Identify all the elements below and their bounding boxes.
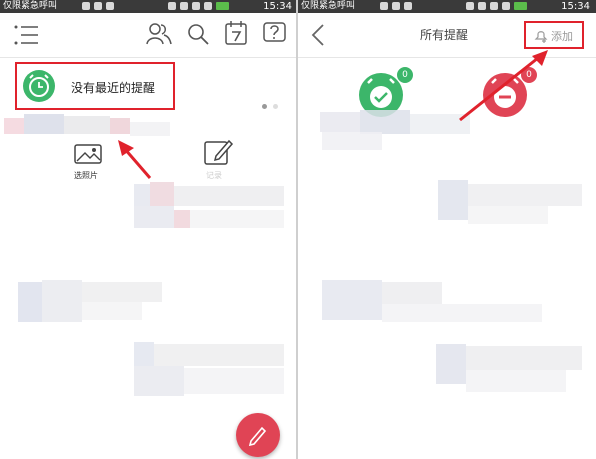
carrier-text: 仅限紧急呼叫: [3, 1, 58, 11]
blurred-block: [82, 282, 162, 302]
blurred-block: [320, 112, 360, 132]
blurred-block: [110, 118, 130, 134]
blurred-block: [42, 280, 82, 322]
reminder-empty-label: 没有最近的提醒: [71, 81, 156, 95]
inactive-reminders-icon[interactable]: 0: [482, 66, 538, 118]
photo-icon: [74, 144, 102, 164]
blurred-block: [134, 206, 174, 228]
battery-icon: [216, 2, 229, 10]
calendar-icon[interactable]: [224, 20, 248, 46]
blurred-block: [64, 116, 110, 134]
blurred-block: [150, 182, 174, 206]
clock-time: 15:34: [263, 1, 292, 12]
blurred-block: [130, 122, 170, 136]
blurred-block: [190, 210, 284, 228]
wifi-icon: [490, 2, 498, 10]
blurred-block: [468, 184, 582, 206]
blurred-block: [468, 206, 548, 224]
back-arrow-icon[interactable]: [310, 23, 326, 47]
blurred-block: [184, 368, 284, 394]
add-label: 添加: [551, 30, 573, 43]
notification-icon: [82, 2, 90, 10]
blurred-block: [322, 132, 382, 150]
battery-icon: [514, 2, 527, 10]
alarm-clock-icon: [23, 70, 55, 102]
menu-icon[interactable]: [14, 25, 40, 45]
blurred-block: [174, 186, 284, 206]
blurred-block: [382, 282, 442, 304]
blurred-block: [24, 114, 64, 134]
pager-dot: [273, 104, 278, 109]
blurred-block: [360, 110, 410, 134]
sim-icon: [502, 2, 510, 10]
blurred-block: [466, 370, 566, 392]
main-toolbar: [0, 13, 298, 58]
shortcut-note[interactable]: 记录: [196, 136, 240, 180]
compose-fab-button[interactable]: [236, 413, 280, 457]
blurred-block: [410, 114, 470, 134]
blurred-block: [134, 184, 150, 206]
blurred-block: [436, 344, 466, 384]
sim-icon: [204, 2, 212, 10]
shortcut-photos[interactable]: 选照片: [64, 140, 114, 182]
bluetooth-icon: [466, 2, 474, 10]
image-icon: [106, 2, 114, 10]
status-bar: 仅限紧急呼叫 15:34: [298, 0, 596, 13]
add-bell-icon: [534, 31, 548, 43]
wifi-icon: [192, 2, 200, 10]
edit-note-icon: [204, 139, 234, 165]
blurred-block: [82, 302, 142, 320]
blurred-block: [18, 282, 42, 322]
vibrate-icon: [478, 2, 486, 10]
status-icons: [380, 2, 527, 11]
blurred-block: [382, 304, 542, 322]
search-icon[interactable]: [186, 22, 210, 46]
blurred-block: [134, 342, 154, 366]
status-bar: 仅限紧急呼叫 15:34: [0, 0, 298, 13]
reminders-header: 所有提醒 添加: [298, 13, 596, 58]
image-icon: [404, 2, 412, 10]
blurred-block: [154, 344, 284, 366]
vibrate-icon: [180, 2, 188, 10]
blurred-block: [438, 180, 468, 220]
usb-icon: [94, 2, 102, 10]
shortcut-label: 选照片: [74, 171, 98, 180]
blurred-block: [466, 346, 582, 370]
page-title: 所有提醒: [420, 28, 469, 42]
blurred-block: [134, 366, 184, 396]
active-count-badge: 0: [396, 66, 414, 84]
pencil-icon: [248, 426, 267, 446]
blurred-block: [174, 210, 190, 228]
status-icons: [82, 2, 229, 11]
reminder-card[interactable]: 没有最近的提醒: [15, 62, 175, 110]
right-screen: 仅限紧急呼叫 15:34 所有提醒 添加 0 0: [298, 0, 596, 459]
clock-time: 15:34: [561, 1, 590, 12]
notification-icon: [380, 2, 388, 10]
help-icon[interactable]: [262, 21, 288, 45]
usb-icon: [392, 2, 400, 10]
carrier-text: 仅限紧急呼叫: [301, 1, 356, 11]
shortcut-label: 记录: [206, 171, 222, 180]
add-reminder-button[interactable]: 添加: [524, 21, 584, 49]
blurred-block: [4, 118, 24, 134]
pager-dot-active: [262, 104, 267, 109]
blurred-block: [322, 280, 382, 320]
bluetooth-icon: [168, 2, 176, 10]
inactive-count-badge: 0: [520, 66, 538, 84]
left-screen: 仅限紧急呼叫 15:34 没有最近的提醒 选照片 记录: [0, 0, 298, 459]
contacts-icon[interactable]: [146, 22, 172, 46]
